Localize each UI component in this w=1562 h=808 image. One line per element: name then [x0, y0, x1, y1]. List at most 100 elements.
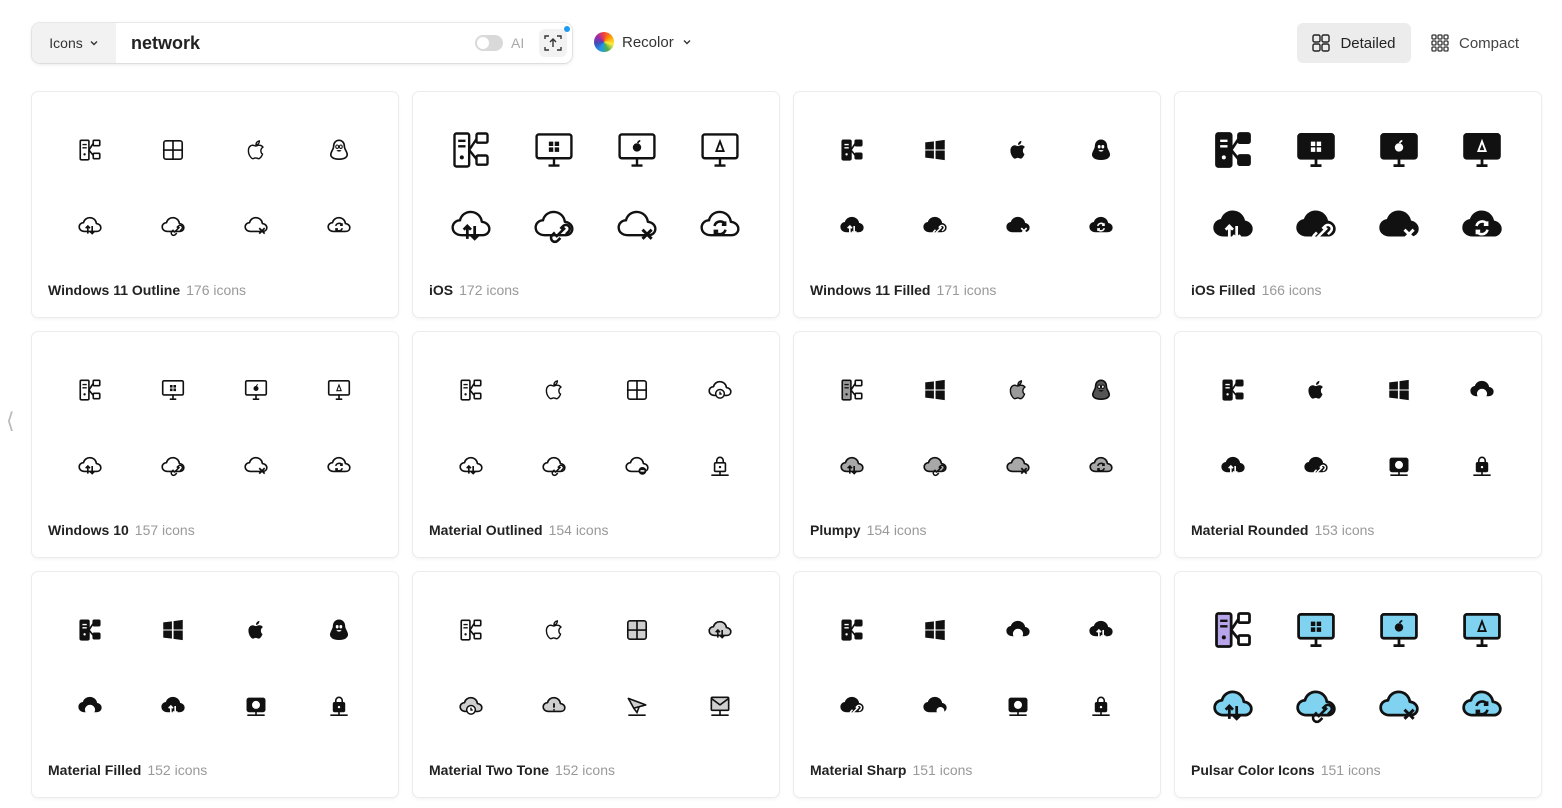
cloud-link-icon[interactable]: [922, 213, 948, 239]
cloud-upload-download-icon[interactable]: [1088, 617, 1114, 643]
server-network-icon[interactable]: [1220, 377, 1246, 403]
cloud-minus-icon[interactable]: [624, 453, 650, 479]
windows-logo-icon[interactable]: [160, 617, 186, 643]
network-lock-icon[interactable]: [1088, 693, 1114, 719]
apple-logo-icon[interactable]: [1303, 377, 1329, 403]
cloud-alert-icon[interactable]: [541, 693, 567, 719]
cloud-minus-icon[interactable]: [922, 693, 948, 719]
cloud-sync-icon[interactable]: [326, 213, 352, 239]
cloud-delete-icon[interactable]: [1377, 204, 1421, 248]
windows-logo-icon[interactable]: [922, 377, 948, 403]
server-network-icon[interactable]: [839, 137, 865, 163]
icon-pack-card[interactable]: Material Outlined 154 icons: [413, 332, 779, 557]
detailed-view-button[interactable]: Detailed: [1297, 23, 1411, 63]
cloud-upload-download-icon[interactable]: [1211, 684, 1255, 728]
windows-logo-icon[interactable]: [922, 617, 948, 643]
cloud-link-icon[interactable]: [160, 453, 186, 479]
monitor-windows-icon[interactable]: [1294, 128, 1338, 172]
recolor-button[interactable]: Recolor: [594, 32, 692, 52]
icon-pack-card[interactable]: Material Sharp 151 icons: [794, 572, 1160, 797]
cloud-link-icon[interactable]: [1294, 684, 1338, 728]
ai-toggle[interactable]: AI: [475, 35, 524, 51]
cloud-link-icon[interactable]: [1294, 204, 1338, 248]
cloud-delete-icon[interactable]: [1005, 213, 1031, 239]
monitor-windows-icon[interactable]: [160, 377, 186, 403]
icon-pack-card[interactable]: Windows 11 Outline 176 icons: [32, 92, 398, 317]
icon-pack-card[interactable]: Material Rounded 153 icons: [1175, 332, 1541, 557]
pack-name[interactable]: Windows 11 Filled: [810, 282, 930, 298]
monitor-apple-icon[interactable]: [243, 377, 269, 403]
cloud-link-icon[interactable]: [532, 204, 576, 248]
apple-logo-icon[interactable]: [243, 137, 269, 163]
search-input[interactable]: [131, 32, 461, 54]
server-network-icon[interactable]: [77, 617, 103, 643]
network-camera-icon[interactable]: [243, 693, 269, 719]
windows-logo-icon[interactable]: [922, 137, 948, 163]
cloud-upload-download-icon[interactable]: [707, 617, 733, 643]
windows-logo-icon[interactable]: [1386, 377, 1412, 403]
cloud-sync-icon[interactable]: [1460, 684, 1504, 728]
cloud-clock-icon[interactable]: [1469, 377, 1495, 403]
ai-toggle-switch[interactable]: [475, 35, 503, 51]
cloud-upload-download-icon[interactable]: [1211, 204, 1255, 248]
pack-name[interactable]: Plumpy: [810, 522, 861, 538]
compact-view-button[interactable]: Compact: [1420, 23, 1530, 63]
network-lock-icon[interactable]: [1469, 453, 1495, 479]
cloud-link-icon[interactable]: [1303, 453, 1329, 479]
apple-logo-icon[interactable]: [541, 617, 567, 643]
pack-name[interactable]: Windows 10: [48, 522, 129, 538]
icon-pack-card[interactable]: Plumpy 154 icons: [794, 332, 1160, 557]
cloud-clock-icon[interactable]: [707, 377, 733, 403]
pack-name[interactable]: iOS Filled: [1191, 282, 1256, 298]
linux-tux-icon[interactable]: [1088, 377, 1114, 403]
icon-pack-card[interactable]: Material Filled 152 icons: [32, 572, 398, 797]
monitor-apple-icon[interactable]: [1377, 128, 1421, 172]
server-network-icon[interactable]: [458, 377, 484, 403]
cloud-upload-download-icon[interactable]: [839, 213, 865, 239]
cloud-link-icon[interactable]: [160, 213, 186, 239]
image-search-button[interactable]: [539, 26, 570, 57]
pack-name[interactable]: Material Outlined: [429, 522, 543, 538]
windows-logo-icon[interactable]: [624, 377, 650, 403]
network-mail-icon[interactable]: [707, 693, 733, 719]
monitor-linux-icon[interactable]: [326, 377, 352, 403]
server-network-icon[interactable]: [77, 137, 103, 163]
cloud-clock-icon[interactable]: [458, 693, 484, 719]
apple-logo-icon[interactable]: [1005, 377, 1031, 403]
linux-tux-icon[interactable]: [326, 617, 352, 643]
icon-pack-card[interactable]: iOS 172 icons: [413, 92, 779, 317]
apple-logo-icon[interactable]: [243, 617, 269, 643]
cloud-link-icon[interactable]: [922, 453, 948, 479]
cloud-upload-download-icon[interactable]: [449, 204, 493, 248]
pack-name[interactable]: Material Two Tone: [429, 762, 549, 778]
server-network-icon[interactable]: [458, 617, 484, 643]
cloud-sync-icon[interactable]: [1460, 204, 1504, 248]
collapse-sidebar-icon[interactable]: ⟨: [6, 408, 15, 434]
icon-pack-card[interactable]: Material Two Tone 152 icons: [413, 572, 779, 797]
cloud-sync-icon[interactable]: [698, 204, 742, 248]
monitor-linux-icon[interactable]: [1460, 128, 1504, 172]
network-send-icon[interactable]: [624, 693, 650, 719]
cloud-link-icon[interactable]: [541, 453, 567, 479]
server-network-icon[interactable]: [449, 128, 493, 172]
cloud-link-icon[interactable]: [839, 693, 865, 719]
monitor-windows-icon[interactable]: [532, 128, 576, 172]
apple-logo-icon[interactable]: [1005, 137, 1031, 163]
network-camera-icon[interactable]: [1005, 693, 1031, 719]
cloud-clock-icon[interactable]: [1005, 617, 1031, 643]
cloud-upload-download-icon[interactable]: [1220, 453, 1246, 479]
cloud-upload-download-icon[interactable]: [458, 453, 484, 479]
cloud-sync-icon[interactable]: [1088, 453, 1114, 479]
cloud-sync-icon[interactable]: [326, 453, 352, 479]
windows-logo-icon[interactable]: [624, 617, 650, 643]
pack-name[interactable]: iOS: [429, 282, 453, 298]
cloud-clock-icon[interactable]: [77, 693, 103, 719]
server-network-icon[interactable]: [839, 377, 865, 403]
icon-pack-card[interactable]: Windows 10 157 icons: [32, 332, 398, 557]
network-lock-icon[interactable]: [707, 453, 733, 479]
monitor-apple-icon[interactable]: [615, 128, 659, 172]
cloud-delete-icon[interactable]: [615, 204, 659, 248]
linux-tux-icon[interactable]: [1088, 137, 1114, 163]
apple-logo-icon[interactable]: [541, 377, 567, 403]
server-network-icon[interactable]: [77, 377, 103, 403]
